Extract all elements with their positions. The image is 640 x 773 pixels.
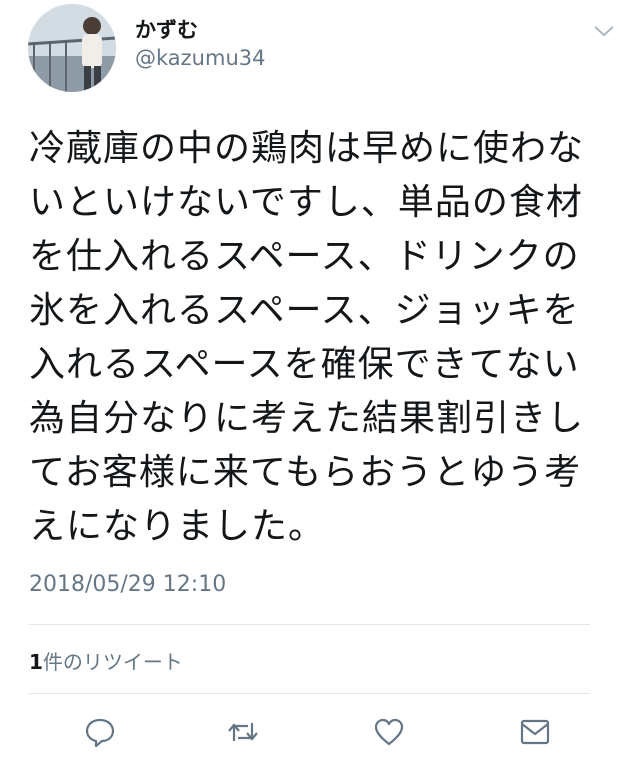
tweet-detail: かずむ @kazumu34 冷蔵庫の中の鶏肉は早めに使わないといけないですし、単… [0, 0, 640, 773]
tweet-header: かずむ @kazumu34 [0, 0, 640, 100]
tweet-text: 冷蔵庫の中の鶏肉は早めに使わないといけないですし、単品の食材を仕入れるスペース、… [29, 128, 585, 547]
user-handle[interactable]: @kazumu34 [135, 46, 265, 70]
action-bar [0, 712, 640, 762]
retweet-label: 件のリツイート [42, 650, 183, 674]
avatar-image [28, 4, 116, 92]
avatar[interactable] [28, 4, 116, 92]
chevron-down-icon[interactable] [593, 24, 615, 38]
divider [29, 693, 590, 694]
retweet-button[interactable] [223, 712, 263, 752]
like-button[interactable] [369, 712, 409, 752]
heart-icon [374, 718, 404, 746]
tweet-timestamp[interactable]: 2018/05/29 12:10 [29, 572, 226, 597]
message-button[interactable] [515, 712, 555, 752]
divider [29, 624, 590, 625]
retweet-icon [228, 723, 258, 741]
display-name[interactable]: かずむ [135, 14, 198, 44]
retweet-count: 1 [29, 650, 43, 674]
envelope-icon [520, 719, 550, 745]
reply-icon [85, 718, 115, 748]
retweet-stats[interactable]: 1件のリツイート [29, 646, 183, 675]
reply-button[interactable] [80, 712, 120, 752]
